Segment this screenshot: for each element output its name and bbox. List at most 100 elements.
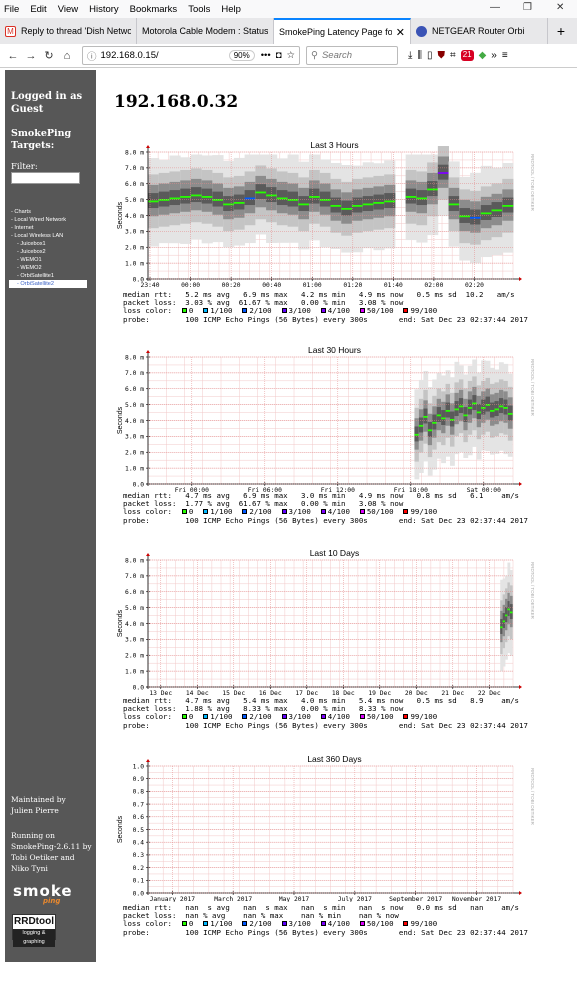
library-icon[interactable]: ⫼ [417, 50, 422, 61]
median-rtt-mark [287, 199, 299, 201]
ublock-icon[interactable]: ⛊ [438, 50, 446, 61]
median-rtt-mark [148, 200, 159, 203]
tab-label: NETGEAR Router Orbi [432, 26, 525, 36]
home-icon[interactable]: ⌂ [58, 50, 76, 62]
bookmark-star-icon[interactable]: ☆ [286, 50, 295, 61]
login-user: Guest [11, 104, 44, 115]
graph-legend: median rtt: 4.7 ms avg 6.9 ms max 3.0 ms… [123, 491, 528, 525]
smokeping-logo[interactable]: smoke ping [13, 882, 73, 905]
rrdtool-credit: RRDTOOL / TOBI OETIKER [530, 562, 535, 620]
login-line: Logged in as [11, 91, 83, 102]
loss-color-swatch [320, 714, 326, 720]
menu-file[interactable]: File [4, 4, 19, 15]
pocket-icon[interactable]: ◘ [276, 50, 282, 61]
y-axis-label: Seconds [117, 815, 124, 843]
packet-loss-summary: packet loss: 1.88 % avg 8.33 % max 0.00 … [123, 704, 404, 714]
nav-item-wemo1[interactable]: - WEMO1 [11, 256, 87, 264]
tab-smokeping[interactable]: SmokePing Latency Page for 192. ✕ [274, 18, 411, 44]
loss-color-swatch [203, 714, 209, 720]
download-icon[interactable]: ⤓ [408, 50, 412, 61]
menu-tools[interactable]: Tools [188, 4, 210, 15]
restore-icon[interactable]: ❐ [523, 2, 532, 13]
median-rtt-mark [463, 414, 469, 417]
median-rtt-mark [490, 409, 495, 412]
nav-item-local-wired-network[interactable]: - Local Wired Network [11, 216, 87, 224]
y-tick-label: 8.0 m [125, 354, 144, 361]
addon-badge[interactable]: 21 [460, 50, 474, 61]
loss-color-swatch [181, 921, 187, 927]
rrdtool-credit: RRDTOOL / TOBI OETIKER [530, 154, 535, 212]
y-axis-arrow [146, 145, 150, 148]
screenshot-icon[interactable]: ⌗ [450, 50, 456, 61]
graph-1: Last 3 Hours Seconds RRDTOOL / TOBI OETIKE… [113, 140, 535, 310]
y-tick-label: 8.0 m [125, 557, 144, 564]
close-tab-icon[interactable]: ✕ [396, 26, 405, 39]
menu-edit[interactable]: Edit [30, 4, 46, 15]
graph-svg: Last 10 Days Seconds RRDTOOL / TOBI OETIKE… [117, 548, 535, 696]
y-tick-label: 2.0 m [125, 653, 144, 660]
tab-dish-network[interactable]: M Reply to thread 'Dish Netwo [0, 18, 137, 44]
median-rtt-mark [481, 407, 486, 409]
median-rtt-mark [454, 408, 460, 411]
minimize-icon[interactable]: — [490, 2, 500, 13]
x-tick-label: 00:00 [181, 282, 200, 288]
y-axis-arrow [146, 350, 150, 353]
median-rtt-mark [244, 197, 256, 200]
info-icon[interactable]: ⓘ [87, 49, 97, 63]
close-window-icon[interactable]: ✕ [556, 2, 564, 13]
loss-color-swatch [242, 308, 248, 314]
addon-icon[interactable]: ◆ [479, 50, 487, 61]
loss-color-swatch [242, 921, 248, 927]
nav-item-orbisatellite2[interactable]: - OrbiSatellite2 [9, 280, 87, 288]
nav-item-local-wireless-lan[interactable]: - Local Wireless LAN [11, 232, 87, 240]
overflow-icon[interactable]: » [491, 50, 497, 61]
packet-loss-summary: packet loss: 1.77 % avg 61.67 % max 0.00… [123, 499, 404, 509]
tab-motorola-modem[interactable]: Motorola Cable Modem : Status [137, 18, 274, 44]
packet-loss-summary: packet loss: nan % avg nan % max nan % m… [123, 911, 399, 921]
rrdtool-logo[interactable]: RRDtool logging & graphing [12, 914, 56, 947]
x-axis-arrow [519, 685, 522, 689]
nav-item-charts[interactable]: - Charts [11, 208, 87, 216]
median-rtt-mark [491, 209, 503, 212]
target-nav: - Charts - Local Wired Network - Internet -… [9, 208, 87, 288]
url-bar[interactable]: ⓘ 192.168.0.15/ 90% ••• ◘ ☆ [82, 46, 300, 65]
graph-title: Last 30 Hours [308, 345, 361, 355]
hamburger-menu-icon[interactable]: ≡ [502, 50, 508, 61]
probe-summary: probe: 100 ICMP Echo Pings (56 Bytes) ev… [123, 515, 528, 525]
graph-svg: Last 3 Hours Seconds RRDTOOL / TOBI OETIKE… [117, 140, 535, 288]
nav-item-orbisatellite1[interactable]: - OrbiSatellite1 [11, 272, 87, 280]
nav-item-juicebox1[interactable]: - Juicebox1 [11, 240, 87, 248]
page-actions-icon[interactable]: ••• [261, 50, 271, 61]
median-rtt-mark [498, 405, 504, 408]
nav-item-wemo2[interactable]: - WEMO2 [11, 264, 87, 272]
median-rtt-mark [472, 402, 477, 405]
median-rtt-mark [505, 614, 508, 617]
y-tick-label: 7.0 m [125, 165, 144, 172]
loss-color-swatch [403, 509, 409, 515]
menu-history[interactable]: History [89, 4, 119, 15]
median-rtt-mark [437, 172, 449, 174]
menu-help[interactable]: Help [221, 4, 241, 15]
nav-item-internet[interactable]: - Internet [11, 224, 87, 232]
reload-icon[interactable]: ↻ [40, 49, 58, 62]
rrdtool-logo-text: RRDtool [14, 916, 54, 927]
back-icon[interactable]: ← [4, 50, 22, 62]
graph-title: Last 3 Hours [310, 140, 358, 150]
x-tick-label: 01:00 [303, 282, 322, 288]
median-rtt-mark [445, 409, 451, 412]
filter-input[interactable] [11, 172, 80, 184]
forward-icon[interactable]: → [22, 50, 40, 62]
loss-color-swatch [181, 714, 187, 720]
menu-view[interactable]: View [58, 4, 78, 15]
new-tab-button[interactable]: + [548, 18, 574, 44]
loss-color-swatch [403, 921, 409, 927]
sidebar-toggle-icon[interactable]: ▯ [427, 50, 433, 61]
menu-bookmarks[interactable]: Bookmarks [130, 4, 178, 15]
zoom-indicator[interactable]: 90% [228, 50, 255, 61]
x-tick-label: July 2017 [338, 896, 372, 902]
y-tick-label: 1.0 [133, 763, 145, 770]
tab-netgear-orbi[interactable]: NETGEAR Router Orbi [411, 18, 548, 44]
nav-item-juicebox2[interactable]: - Juicebox2 [11, 248, 87, 256]
search-input[interactable]: ⚲ Search [306, 46, 398, 65]
loss-color-swatch [359, 921, 365, 927]
